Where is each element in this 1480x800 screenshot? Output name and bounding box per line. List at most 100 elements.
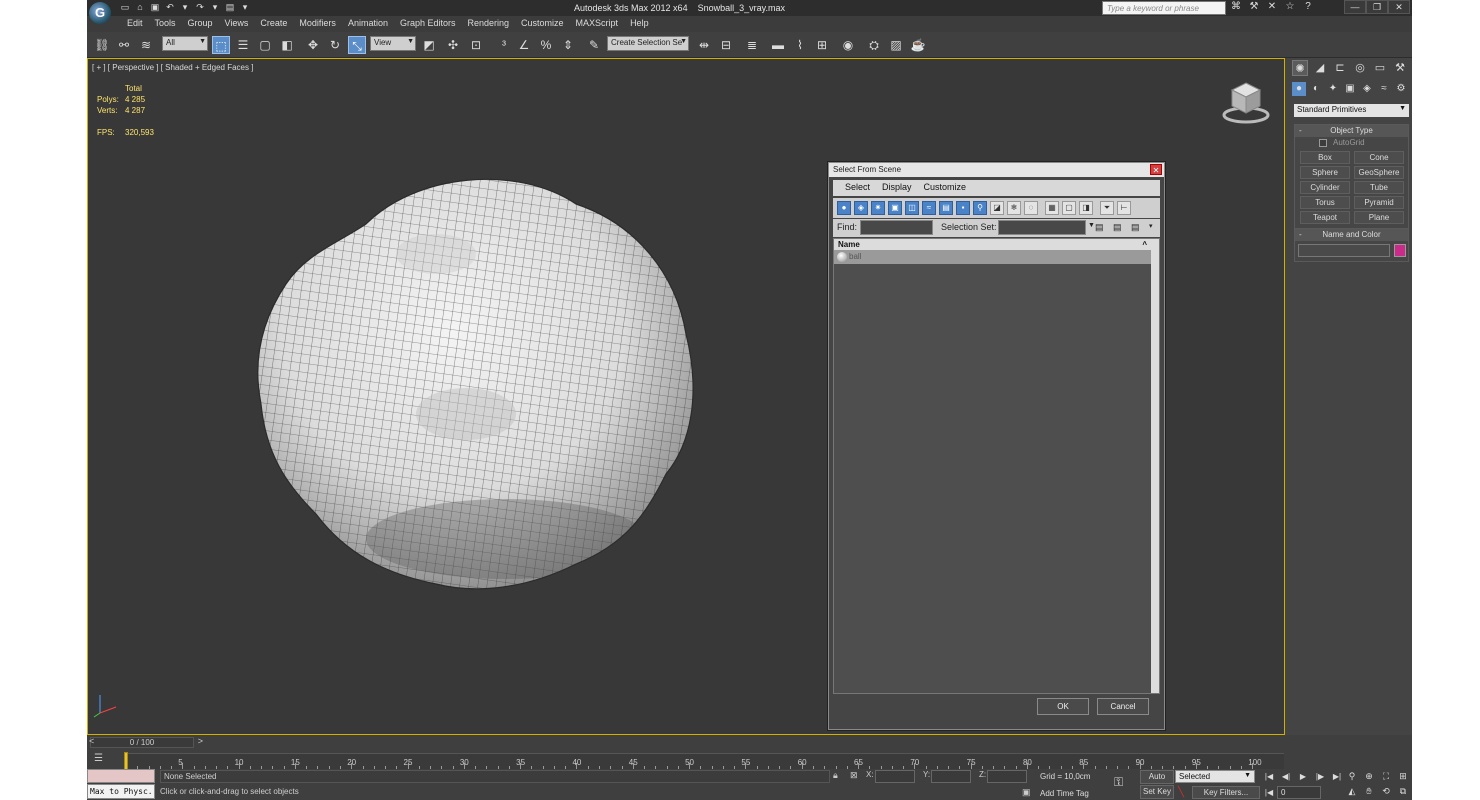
time-cursor[interactable] xyxy=(124,752,128,770)
auto-key-button[interactable]: Auto Key xyxy=(1140,770,1174,793)
track-bar[interactable]: 5 10 15 20 25 30 35 40 45 50 55 60 65 70 75 80 85 90 95 100 xyxy=(124,752,1284,770)
qat-dropdown-icon[interactable]: ▾ xyxy=(239,2,251,13)
communication-icon[interactable]: ✕ xyxy=(1266,1,1278,12)
keyboard-shortcut-override-icon[interactable]: ⊡ xyxy=(467,36,485,54)
pan-icon[interactable]: ✋︎ xyxy=(1362,785,1376,798)
dialog-menu-display[interactable]: Display xyxy=(876,180,918,196)
menu-customize[interactable]: Customize xyxy=(515,16,570,32)
time-slider[interactable]: < 0 / 100 > xyxy=(89,737,203,748)
menu-rendering[interactable]: Rendering xyxy=(462,16,516,32)
window-crossing-icon[interactable]: ◧ xyxy=(278,36,296,54)
redo-dropdown-icon[interactable]: ▾ xyxy=(209,2,221,13)
menu-modifiers[interactable]: Modifiers xyxy=(293,16,342,32)
current-frame-field[interactable]: 0 xyxy=(1277,786,1321,799)
display-containers-icon[interactable]: ◪ xyxy=(990,201,1004,215)
default-in-out-tangents-icon[interactable]: ╲ xyxy=(1178,787,1190,799)
z-coordinate-field[interactable] xyxy=(987,770,1027,783)
play-icon[interactable]: ▶ xyxy=(1296,770,1310,783)
render-setup-icon[interactable]: ⛭ xyxy=(865,36,883,54)
undo-icon[interactable]: ↶ xyxy=(164,2,176,13)
geometry-category-icon[interactable]: ● xyxy=(1292,82,1306,96)
absolute-mode-icon[interactable]: ⊠ xyxy=(850,770,858,781)
motion-tab-icon[interactable]: ◎ xyxy=(1352,60,1368,76)
cameras-category-icon[interactable]: ▣ xyxy=(1343,82,1357,96)
geosphere-button[interactable]: GeoSphere xyxy=(1354,166,1404,179)
viewcube-icon[interactable] xyxy=(1222,79,1270,127)
space-warps-category-icon[interactable]: ≈ xyxy=(1377,82,1391,96)
snowball-mesh[interactable] xyxy=(246,164,706,600)
snaps-toggle-icon[interactable]: ³ xyxy=(495,36,513,54)
angle-snap-icon[interactable]: ∠ xyxy=(515,36,533,54)
teapot-button[interactable]: Teapot xyxy=(1300,211,1350,224)
close-button[interactable]: ✕ xyxy=(1388,0,1410,14)
tube-button[interactable]: Tube xyxy=(1354,181,1404,194)
save-file-icon[interactable]: ▣ xyxy=(149,2,161,13)
display-invert-icon[interactable]: ◨ xyxy=(1079,201,1093,215)
help-icon[interactable]: ? xyxy=(1302,1,1314,12)
geometry-type-dropdown[interactable]: Standard Primitives ▼ xyxy=(1294,104,1409,117)
name-and-color-header[interactable]: - Name and Color xyxy=(1295,229,1408,241)
pivot-center-icon[interactable]: ◩ xyxy=(420,36,438,54)
display-none-icon[interactable]: ▢ xyxy=(1062,201,1076,215)
plane-button[interactable]: Plane xyxy=(1354,211,1404,224)
go-to-start-icon[interactable]: |◀ xyxy=(1262,770,1276,783)
add-to-selection-set-icon[interactable]: ▤ xyxy=(1113,222,1122,233)
link-icon[interactable]: ⛓ xyxy=(93,36,111,54)
named-selection-sets-dropdown[interactable]: Create Selection Se ▼ xyxy=(607,36,689,51)
x-coordinate-field[interactable] xyxy=(875,770,915,783)
cylinder-button[interactable]: Cylinder xyxy=(1300,181,1350,194)
dialog-close-button[interactable]: ✕ xyxy=(1150,164,1162,175)
graphite-ribbon-icon[interactable]: ▬ xyxy=(769,36,787,54)
cancel-button[interactable]: Cancel xyxy=(1097,698,1149,715)
redo-icon[interactable]: ↷ xyxy=(194,2,206,13)
mirror-icon[interactable]: ⇹ xyxy=(695,36,713,54)
key-mode-toggle-icon[interactable]: |◀ xyxy=(1262,786,1276,799)
edit-named-selection-icon[interactable]: ✎ xyxy=(585,36,603,54)
object-name-input[interactable] xyxy=(1298,244,1390,257)
viewport-label-menu[interactable]: [ + ] [ Perspective ] [ Shaded + Edged F… xyxy=(92,63,253,72)
dialog-menu-select[interactable]: Select xyxy=(839,180,876,196)
perspective-viewport[interactable]: [ + ] [ Perspective ] [ Shaded + Edged F… xyxy=(87,58,1285,735)
go-to-end-icon[interactable]: ▶| xyxy=(1330,770,1344,783)
previous-frame-icon[interactable]: ◀| xyxy=(1279,770,1293,783)
shapes-category-icon[interactable]: ◐ xyxy=(1309,82,1323,96)
autogrid-checkbox[interactable] xyxy=(1319,139,1327,147)
add-time-tag[interactable]: Add Time Tag xyxy=(1040,789,1089,798)
hierarchy-tab-icon[interactable]: ⊏ xyxy=(1332,60,1348,76)
minimize-button[interactable]: — xyxy=(1344,0,1366,14)
selection-lock-icon[interactable]: 🔒︎ xyxy=(833,770,838,781)
display-geometry-icon[interactable]: ● xyxy=(837,201,851,215)
zoom-extents-icon[interactable]: ⛶ xyxy=(1379,770,1393,783)
list-scrollbar[interactable] xyxy=(1151,239,1159,693)
systems-category-icon[interactable]: ⚙ xyxy=(1394,82,1408,96)
next-frame-icon[interactable]: |▶ xyxy=(1313,770,1327,783)
display-cameras-icon[interactable]: ▣ xyxy=(888,201,902,215)
select-object-icon[interactable]: ⬚ xyxy=(212,36,230,54)
box-button[interactable]: Box xyxy=(1300,151,1350,164)
dialog-menu-customize[interactable]: Customize xyxy=(918,180,973,196)
torus-button[interactable]: Torus xyxy=(1300,196,1350,209)
menu-create[interactable]: Create xyxy=(254,16,293,32)
options-dropdown-icon[interactable]: ▾ xyxy=(1149,222,1153,230)
rendered-frame-window-icon[interactable]: ▨ xyxy=(887,36,905,54)
hierarchy-icon[interactable]: ⊢ xyxy=(1117,201,1131,215)
display-frozen-icon[interactable]: ❄ xyxy=(1007,201,1021,215)
maxscript-listener-input[interactable]: Max to Physc. xyxy=(87,784,155,799)
render-production-icon[interactable]: ☕ xyxy=(909,36,927,54)
selection-set-dropdown[interactable] xyxy=(998,220,1086,235)
key-filters-button[interactable]: Key Filters... xyxy=(1192,786,1260,799)
maximize-viewport-icon[interactable]: ⧉ xyxy=(1396,785,1410,798)
zoom-extents-all-icon[interactable]: ⊞ xyxy=(1396,770,1410,783)
project-folder-icon[interactable]: ▤ xyxy=(224,2,236,13)
binoculars-icon[interactable]: ⌘ xyxy=(1230,1,1242,12)
align-icon[interactable]: ⊟ xyxy=(717,36,735,54)
set-key-icon[interactable]: ⚿ xyxy=(1114,775,1136,791)
orbit-icon[interactable]: ⟲ xyxy=(1379,785,1393,798)
select-by-name-icon[interactable]: ☰ xyxy=(234,36,252,54)
curve-editor-icon[interactable]: ⌇ xyxy=(791,36,809,54)
key-mode-dropdown[interactable]: Selected ▼ xyxy=(1175,770,1255,783)
menu-graph-editors[interactable]: Graph Editors xyxy=(394,16,462,32)
new-file-icon[interactable]: ▭ xyxy=(119,2,131,13)
sphere-button[interactable]: Sphere xyxy=(1300,166,1350,179)
menu-maxscript[interactable]: MAXScript xyxy=(570,16,625,32)
